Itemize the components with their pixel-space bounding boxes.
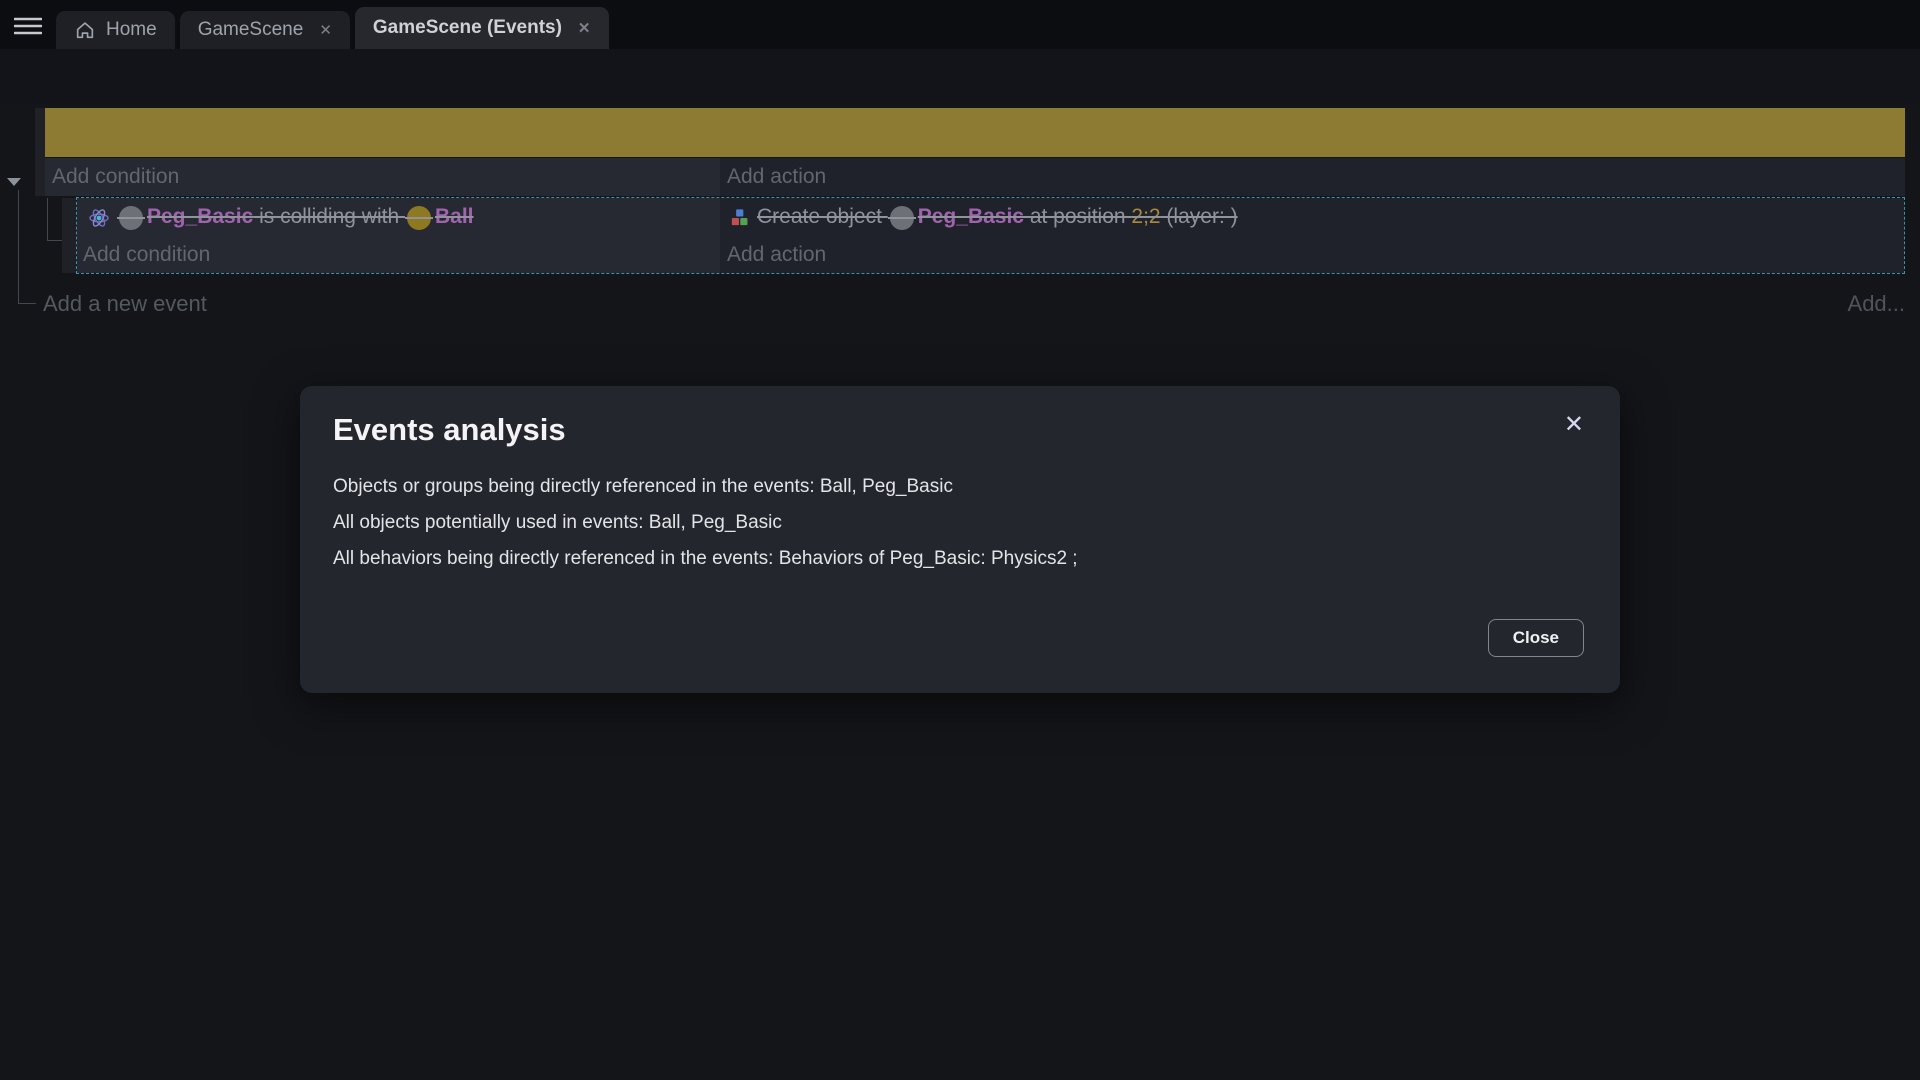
dialog-title: Events analysis [333,412,566,448]
add-condition-button[interactable]: Add condition [52,165,179,189]
tab-gamescene-events[interactable]: GameScene (Events) ✕ [355,7,609,49]
add-action-row[interactable]: Add action [720,237,1904,273]
collapse-triangle-icon[interactable] [7,178,21,186]
action-row[interactable]: Create object Peg_Basic at position 2;2 … [720,198,1904,237]
add-more-button[interactable]: Add... [1848,291,1905,317]
event-actions-cell: Add action [720,158,1905,196]
tree-line [47,198,48,240]
event-conditions-cell: Add condition [45,158,720,196]
condition-row[interactable]: Peg_Basic is colliding with Ball [77,198,720,237]
comment-event-bar[interactable] [45,108,1905,157]
subevent-actions-cell: Create object Peg_Basic at position 2;2 … [720,198,1904,273]
tree-line [47,240,62,241]
analysis-line-objects-used: All objects potentially used in events: … [333,512,782,534]
tab-close-icon[interactable]: ✕ [319,21,332,39]
tab-label: GameScene [198,19,304,41]
create-object-icon [728,206,751,229]
close-button[interactable]: Close [1488,619,1584,657]
tab-label: GameScene (Events) [373,17,562,39]
tab-gamescene[interactable]: GameScene ✕ [180,11,350,49]
add-action-button[interactable]: Add action [727,165,826,189]
add-action-button[interactable]: Add action [727,243,826,267]
event-grip[interactable] [35,108,45,196]
tab-home[interactable]: Home [56,11,175,49]
add-condition-row[interactable]: Add condition [77,237,720,273]
home-icon [74,19,96,41]
add-new-event-button[interactable]: Add a new event [43,291,207,317]
physics-behavior-icon [87,206,111,230]
menu-icon[interactable] [14,17,42,35]
tab-close-icon[interactable]: ✕ [578,19,591,37]
toolbar: Preview Publish [0,49,1920,103]
tree-line [18,190,19,303]
subevent-grip[interactable] [62,198,76,273]
object-icon-peg-basic [890,206,914,230]
add-condition-button[interactable]: Add condition [83,243,210,267]
events-analysis-dialog: Events analysis ✕ Objects or groups bein… [300,386,1620,693]
analysis-line-behaviors: All behaviors being directly referenced … [333,548,1078,570]
close-icon[interactable]: ✕ [1564,410,1584,439]
tab-label: Home [106,19,157,41]
tab-bar: Home GameScene ✕ GameScene (Events) ✕ [0,0,1920,49]
condition-text: Peg_Basic is colliding with Ball [117,205,473,229]
selected-event[interactable]: Peg_Basic is colliding with Ball Add con… [76,197,1905,274]
subevent-conditions-cell: Peg_Basic is colliding with Ball Add con… [77,198,720,273]
object-icon-ball [407,206,431,230]
analysis-line-objects-referenced: Objects or groups being directly referen… [333,476,953,498]
tree-line [18,303,36,304]
object-icon-peg-basic [119,206,143,230]
action-text: Create object Peg_Basic at position 2;2 … [757,205,1238,229]
